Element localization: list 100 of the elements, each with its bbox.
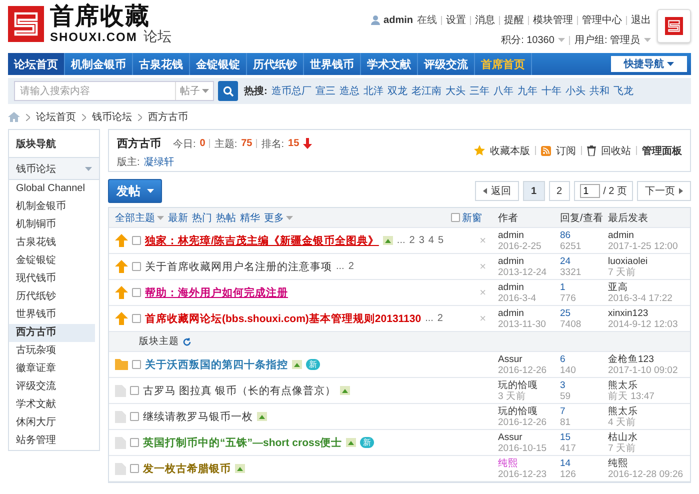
hot-search-link[interactable]: 飞龙 — [613, 84, 634, 98]
page-link[interactable]: 5 — [438, 235, 444, 246]
quick-nav-button[interactable]: 快捷导航 — [611, 56, 687, 72]
user-menu-link[interactable]: 设置 — [446, 13, 466, 27]
breadcrumb-link[interactable]: 论坛首页 — [36, 110, 76, 124]
checkbox[interactable] — [132, 360, 141, 369]
filter-link[interactable]: 精华 — [240, 210, 260, 224]
new-post-button[interactable]: 发帖 — [108, 179, 162, 203]
hot-search-link[interactable]: 共和 — [589, 84, 610, 98]
hot-search-link[interactable]: 小头 — [565, 84, 586, 98]
author-name[interactable]: Assur — [498, 354, 554, 364]
user-stat-link[interactable]: 积分: 10360 — [501, 33, 554, 47]
hot-search-link[interactable]: 十年 — [541, 84, 562, 98]
user-menu-link[interactable]: 提醒 — [504, 13, 524, 27]
author-name[interactable]: admin — [498, 308, 554, 318]
sidebar-item[interactable]: 徽章证章 — [9, 360, 95, 378]
forum-action-link[interactable]: 回收站 — [601, 144, 631, 158]
page-link[interactable]: 2 — [437, 313, 443, 324]
checkbox[interactable] — [130, 412, 139, 421]
sidebar-item[interactable]: 历代纸钞 — [9, 288, 95, 306]
refresh-icon[interactable] — [183, 338, 191, 346]
sidebar-item[interactable]: 机制金银币 — [9, 198, 95, 216]
thread-title[interactable]: 关于首席收藏网用户名注册的注意事项 — [145, 260, 332, 274]
thread-title[interactable]: 关于沃西叛国的第四十条指控 — [145, 358, 288, 372]
author-name[interactable]: admin — [498, 282, 554, 292]
username[interactable]: admin — [384, 14, 413, 26]
user-menu-link[interactable]: 退出 — [631, 13, 651, 27]
last-poster[interactable]: 枯山水 — [608, 432, 686, 442]
search-button[interactable] — [218, 81, 238, 101]
next-page-button[interactable]: 下一页 — [637, 181, 691, 201]
author-name[interactable]: 纯熙 — [498, 458, 554, 468]
page-ellipsis[interactable]: ... — [425, 313, 434, 324]
nav-item[interactable]: 历代纸钞 — [247, 53, 304, 75]
last-poster[interactable]: luoxiaolei — [608, 256, 686, 266]
breadcrumb-link[interactable]: 钱币论坛 — [92, 110, 132, 124]
sidebar-item[interactable]: Global Channel — [9, 180, 95, 198]
nav-item[interactable]: 论坛首页 — [8, 53, 65, 75]
hot-search-link[interactable]: 造总 — [339, 84, 360, 98]
page-ellipsis[interactable]: ... — [336, 261, 344, 272]
last-poster[interactable]: 熊太乐 — [608, 406, 686, 416]
last-poster[interactable]: 纯熙 — [608, 458, 686, 468]
nav-item[interactable]: 世界钱币 — [304, 53, 361, 75]
filter-link[interactable]: 热帖 — [216, 210, 236, 224]
checkbox[interactable] — [130, 438, 139, 447]
hot-search-link[interactable]: 三年 — [469, 84, 490, 98]
back-button[interactable]: 返回 — [474, 181, 519, 201]
author-name[interactable]: admin — [498, 256, 554, 266]
filter-link[interactable]: 热门 — [192, 210, 212, 224]
hot-search-link[interactable]: 宣三 — [315, 84, 336, 98]
thread-title[interactable]: 继续请教罗马银币一枚 — [143, 410, 253, 424]
nav-item[interactable]: 学术文献 — [361, 53, 418, 75]
checkbox[interactable] — [130, 464, 139, 473]
thread-title[interactable]: 英国打制币中的“五铢”—short cross便士 — [143, 436, 342, 450]
checkbox[interactable] — [132, 288, 141, 297]
thread-title[interactable]: 发一枚古希腊银币 — [143, 462, 231, 476]
page-input[interactable]: 1 — [580, 184, 600, 198]
checkbox[interactable] — [132, 314, 141, 323]
hot-search-link[interactable]: 老江南 — [411, 84, 442, 98]
moderator-link[interactable]: 凝绿轩 — [144, 155, 174, 169]
last-poster[interactable]: 亚高 — [608, 282, 686, 292]
thread-title[interactable]: 帮助：海外用户如何完成注册 — [145, 286, 288, 300]
page-button[interactable]: 1 — [522, 181, 545, 201]
thread-title[interactable]: 首席收藏网论坛(bbs.shouxi.com)基本管理规则20131130 — [145, 312, 422, 326]
forum-action-link[interactable]: 收藏本版 — [490, 144, 530, 158]
user-stat-link[interactable]: 用户组: 管理员 — [574, 33, 640, 47]
checkbox[interactable] — [132, 236, 141, 245]
user-menu-link[interactable]: 模块管理 — [533, 13, 573, 27]
search-scope-select[interactable]: 帖子 — [175, 82, 213, 100]
page-link[interactable]: 4 — [428, 235, 434, 246]
search-field[interactable]: 请输入搜索内容 帖子 — [14, 81, 214, 101]
hot-search-link[interactable]: 大头 — [445, 84, 466, 98]
thread-title[interactable]: 古罗马 图拉真 银币（长的有点像普京） — [143, 384, 336, 398]
sidebar-item[interactable]: 金锭银锭 — [9, 252, 95, 270]
new-window-label[interactable]: 新窗 — [462, 210, 482, 224]
author-name[interactable]: 玩的恰嘎 — [498, 406, 554, 416]
filter-link[interactable]: 最新 — [168, 210, 188, 224]
sidebar-item[interactable]: 现代钱币 — [9, 270, 95, 288]
nav-item[interactable]: 金锭银锭 — [190, 53, 247, 75]
forum-action-link[interactable]: 订阅 — [556, 144, 576, 158]
sidebar-item[interactable]: 学术文献 — [9, 396, 95, 414]
author-name[interactable]: Assur — [498, 432, 554, 442]
author-name[interactable]: 玩的恰嘎 — [498, 380, 554, 390]
breadcrumb-link[interactable]: 西方古币 — [148, 110, 188, 124]
checkbox[interactable] — [130, 386, 139, 395]
nav-item[interactable]: 评级交流 — [418, 53, 475, 75]
filter-link[interactable]: 全部主题 — [115, 210, 164, 224]
user-menu-link[interactable]: 管理中心 — [582, 13, 622, 27]
sidebar-item[interactable]: 站务管理 — [9, 432, 95, 450]
nav-item[interactable]: 古泉花钱 — [133, 53, 190, 75]
sidebar-group[interactable]: 钱币论坛 — [9, 158, 99, 180]
last-poster[interactable]: admin — [608, 230, 686, 240]
last-poster[interactable]: 金枪鱼123 — [608, 354, 686, 364]
sidebar-item[interactable]: 休闲大厅 — [9, 414, 95, 432]
sidebar-item[interactable]: 古泉花钱 — [9, 234, 95, 252]
user-menu-link[interactable]: 消息 — [475, 13, 495, 27]
sidebar-item[interactable]: 世界钱币 — [9, 306, 95, 324]
checkbox[interactable] — [132, 262, 141, 271]
sidebar-item[interactable]: 西方古币 — [9, 324, 95, 342]
page-link[interactable]: 2 — [348, 261, 354, 272]
page-link[interactable]: 3 — [418, 235, 424, 246]
